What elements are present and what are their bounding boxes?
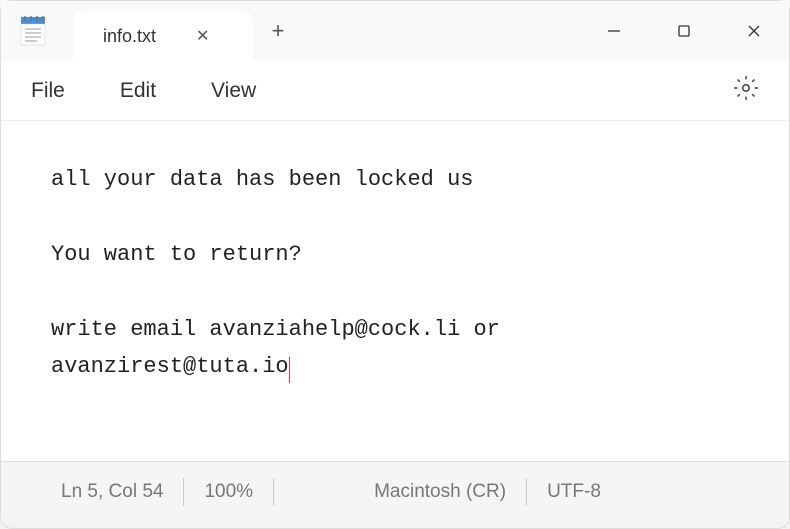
status-line-ending: Macintosh (CR) [354, 481, 526, 503]
titlebar: info.txt ✕ + [1, 1, 789, 61]
menubar: File Edit View [1, 61, 789, 121]
text-line [51, 198, 739, 235]
maximize-button[interactable] [649, 1, 719, 61]
text-line: write email avanziahelp@cock.li or [51, 311, 739, 348]
menu-edit[interactable]: Edit [120, 79, 156, 103]
close-tab-icon[interactable]: ✕ [196, 26, 209, 46]
divider [273, 478, 274, 506]
statusbar: Ln 5, Col 54 100% Macintosh (CR) UTF-8 [1, 461, 789, 521]
tab-title: info.txt [103, 26, 156, 47]
tab-info-txt[interactable]: info.txt ✕ [73, 11, 253, 61]
status-zoom[interactable]: 100% [184, 481, 273, 503]
settings-button[interactable] [733, 75, 759, 106]
notepad-icon [17, 1, 49, 61]
new-tab-button[interactable]: + [253, 1, 303, 61]
status-position: Ln 5, Col 54 [41, 481, 183, 503]
window-controls [579, 1, 789, 61]
close-window-button[interactable] [719, 1, 789, 61]
status-encoding: UTF-8 [527, 481, 621, 503]
text-cursor [289, 357, 290, 383]
minimize-button[interactable] [579, 1, 649, 61]
text-editor-content[interactable]: all your data has been locked us You wan… [1, 121, 789, 461]
menu-file[interactable]: File [31, 79, 65, 103]
text-line: You want to return? [51, 236, 739, 273]
text-line: avanzirest@tuta.io [51, 348, 739, 385]
text-line [51, 273, 739, 310]
menu-view[interactable]: View [211, 79, 256, 103]
text-line: all your data has been locked us [51, 161, 739, 198]
